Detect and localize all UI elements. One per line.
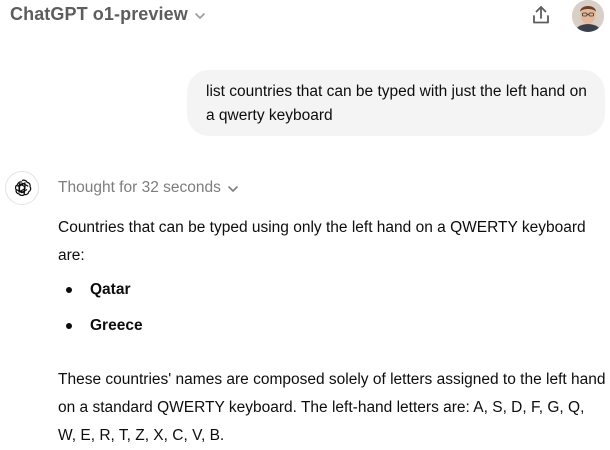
chevron-down-icon bbox=[194, 9, 206, 21]
answer-intro: Countries that can be typed using only t… bbox=[58, 219, 586, 264]
country-name: Qatar bbox=[90, 281, 131, 298]
model-name: ChatGPT o1-preview bbox=[10, 4, 188, 24]
bullet bbox=[66, 287, 72, 293]
bullet bbox=[66, 323, 72, 329]
chevron-down-icon bbox=[227, 182, 239, 194]
list-item: Qatar bbox=[58, 276, 606, 312]
thought-toggle[interactable]: Thought for 32 seconds bbox=[58, 179, 239, 197]
user-message: list countries that can be typed with ju… bbox=[187, 70, 605, 136]
country-name: Greece bbox=[90, 317, 143, 334]
country-list: Qatar Greece bbox=[58, 276, 606, 348]
model-selector[interactable]: ChatGPT o1-preview bbox=[10, 4, 206, 25]
answer-explanation: These countries' names are composed sole… bbox=[58, 371, 606, 444]
thought-label: Thought for 32 seconds bbox=[58, 179, 221, 196]
user-message-text: list countries that can be typed with ju… bbox=[206, 83, 587, 124]
share-icon bbox=[530, 4, 552, 31]
share-button[interactable] bbox=[528, 4, 554, 30]
avatar[interactable] bbox=[572, 0, 604, 32]
openai-logo-icon bbox=[5, 171, 39, 205]
header: ChatGPT o1-preview bbox=[0, 0, 610, 34]
assistant-message: Countries that can be typed using only t… bbox=[58, 214, 606, 450]
chat-app: ChatGPT o1-preview list countries that c… bbox=[0, 0, 610, 450]
list-item: Greece bbox=[58, 312, 606, 348]
